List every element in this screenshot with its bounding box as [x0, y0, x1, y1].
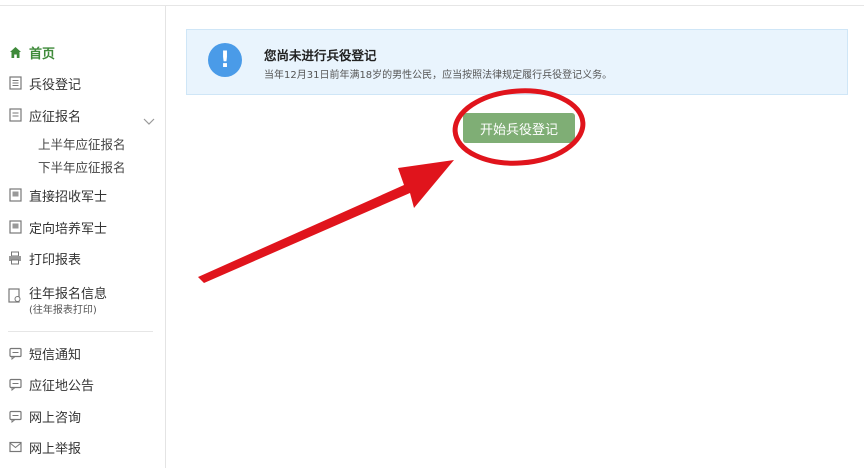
mail-icon: [8, 440, 22, 454]
sidebar-item-label: 短信通知: [29, 347, 82, 363]
chat-icon: [8, 409, 22, 423]
exclamation-icon: !: [208, 43, 242, 77]
sidebar-item-label: 兵役登记: [29, 77, 82, 93]
start-registration-button[interactable]: 开始兵役登记: [463, 113, 575, 143]
sidebar-item-label: 应征报名: [29, 109, 82, 125]
announcement-icon: [8, 377, 22, 391]
chevron-down-icon[interactable]: [142, 114, 156, 128]
id-card-icon: [8, 188, 22, 202]
sidebar-item-directed-training[interactable]: 定向培养军士: [8, 216, 107, 238]
sidebar-item-label: 首页: [29, 46, 56, 62]
sidebar: 首页 兵役登记 应征报名 上半年应征报名 下半年应征报名 直接招收军士 定向培养…: [0, 6, 166, 468]
sidebar-item-sms[interactable]: 短信通知: [8, 342, 81, 364]
sidebar-item-label: 打印报表: [29, 252, 82, 268]
sidebar-item-announcement[interactable]: 应征地公告: [8, 373, 94, 395]
sidebar-item-label: 应征地公告: [29, 378, 95, 394]
form-icon: [8, 108, 22, 122]
history-document-icon: [8, 288, 22, 304]
document-icon: [8, 76, 22, 90]
sidebar-divider: [8, 331, 153, 332]
annotation-arrow: [198, 160, 454, 283]
sidebar-item-direct-recruit[interactable]: 直接招收军士: [8, 184, 107, 206]
sidebar-item-consult[interactable]: 网上咨询: [8, 405, 81, 427]
sidebar-subitem-second-half[interactable]: 下半年应征报名: [38, 157, 126, 176]
printer-icon: [8, 251, 22, 265]
sidebar-item-home[interactable]: 首页: [8, 41, 55, 63]
sidebar-item-label: 定向培养军士: [29, 221, 108, 237]
sidebar-item-label: 直接招收军士: [29, 189, 108, 205]
sidebar-item-sublabel: (往年报表打印): [29, 305, 97, 316]
alert-description: 当年12月31日前年满18岁的男性公民，应当按照法律规定履行兵役登记义务。: [264, 70, 613, 81]
sidebar-item-print[interactable]: 打印报表: [8, 247, 81, 269]
message-icon: [8, 346, 22, 360]
home-icon: [8, 45, 22, 59]
sidebar-item-label: 往年报名信息: [29, 287, 108, 302]
sidebar-item-label: 网上咨询: [29, 410, 82, 426]
sidebar-item-enlistment[interactable]: 应征报名: [8, 104, 81, 126]
registration-alert: ! 您尚未进行兵役登记 当年12月31日前年满18岁的男性公民，应当按照法律规定…: [186, 29, 848, 95]
sidebar-item-registration[interactable]: 兵役登记: [8, 72, 81, 94]
sidebar-item-history[interactable]: 往年报名信息 (往年报表打印): [8, 286, 107, 318]
id-card-icon: [8, 220, 22, 234]
alert-title: 您尚未进行兵役登记: [264, 48, 377, 63]
sidebar-item-label: 网上举报: [29, 441, 82, 457]
sidebar-item-report[interactable]: 网上举报: [8, 436, 81, 458]
sidebar-subitem-first-half[interactable]: 上半年应征报名: [38, 134, 126, 153]
